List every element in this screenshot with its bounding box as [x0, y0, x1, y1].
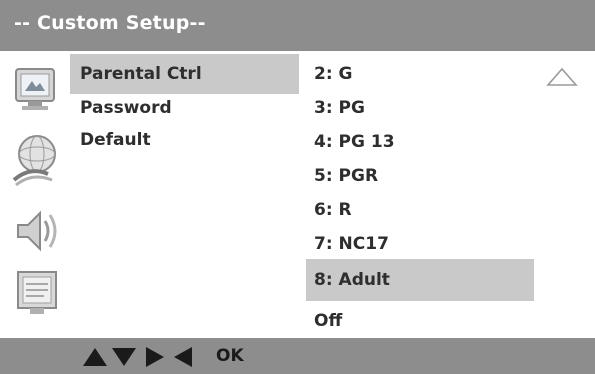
picture-screen-icon[interactable]: [14, 268, 60, 318]
ok-label: OK: [216, 346, 244, 366]
navigation-hint: [82, 345, 210, 369]
arrow-down-icon: [112, 348, 136, 366]
audio-globe-icon[interactable]: [10, 130, 60, 188]
up-triangle-icon[interactable]: [546, 67, 578, 87]
rating-option-pg[interactable]: 3: PG: [314, 93, 365, 123]
menu-item-parental-ctrl[interactable]: Parental Ctrl: [70, 54, 299, 94]
arrow-up-icon: [83, 348, 107, 366]
footer-bar: OK: [0, 338, 595, 374]
rating-option-off[interactable]: Off: [314, 306, 342, 336]
speaker-sound-icon[interactable]: [10, 205, 60, 255]
menu-item-password[interactable]: Password: [80, 95, 172, 121]
setup-monitor-icon[interactable]: [10, 63, 60, 115]
page-title: -- Custom Setup--: [14, 12, 206, 34]
menu-item-default[interactable]: Default: [80, 127, 151, 153]
rating-option-adult[interactable]: 8: Adult: [306, 259, 534, 301]
arrow-right-icon: [146, 347, 164, 367]
arrow-left-icon: [174, 347, 192, 367]
rating-option-r[interactable]: 6: R: [314, 195, 352, 225]
rating-option-pg13[interactable]: 4: PG 13: [314, 127, 395, 157]
custom-setup-screen: -- Custom Setup-- Parental Ctrl Password…: [0, 0, 595, 374]
rating-option-g[interactable]: 2: G: [314, 59, 353, 89]
rating-option-nc17[interactable]: 7: NC17: [314, 229, 389, 259]
rating-option-pgr[interactable]: 5: PGR: [314, 161, 378, 191]
title-bar: -- Custom Setup--: [0, 0, 595, 51]
